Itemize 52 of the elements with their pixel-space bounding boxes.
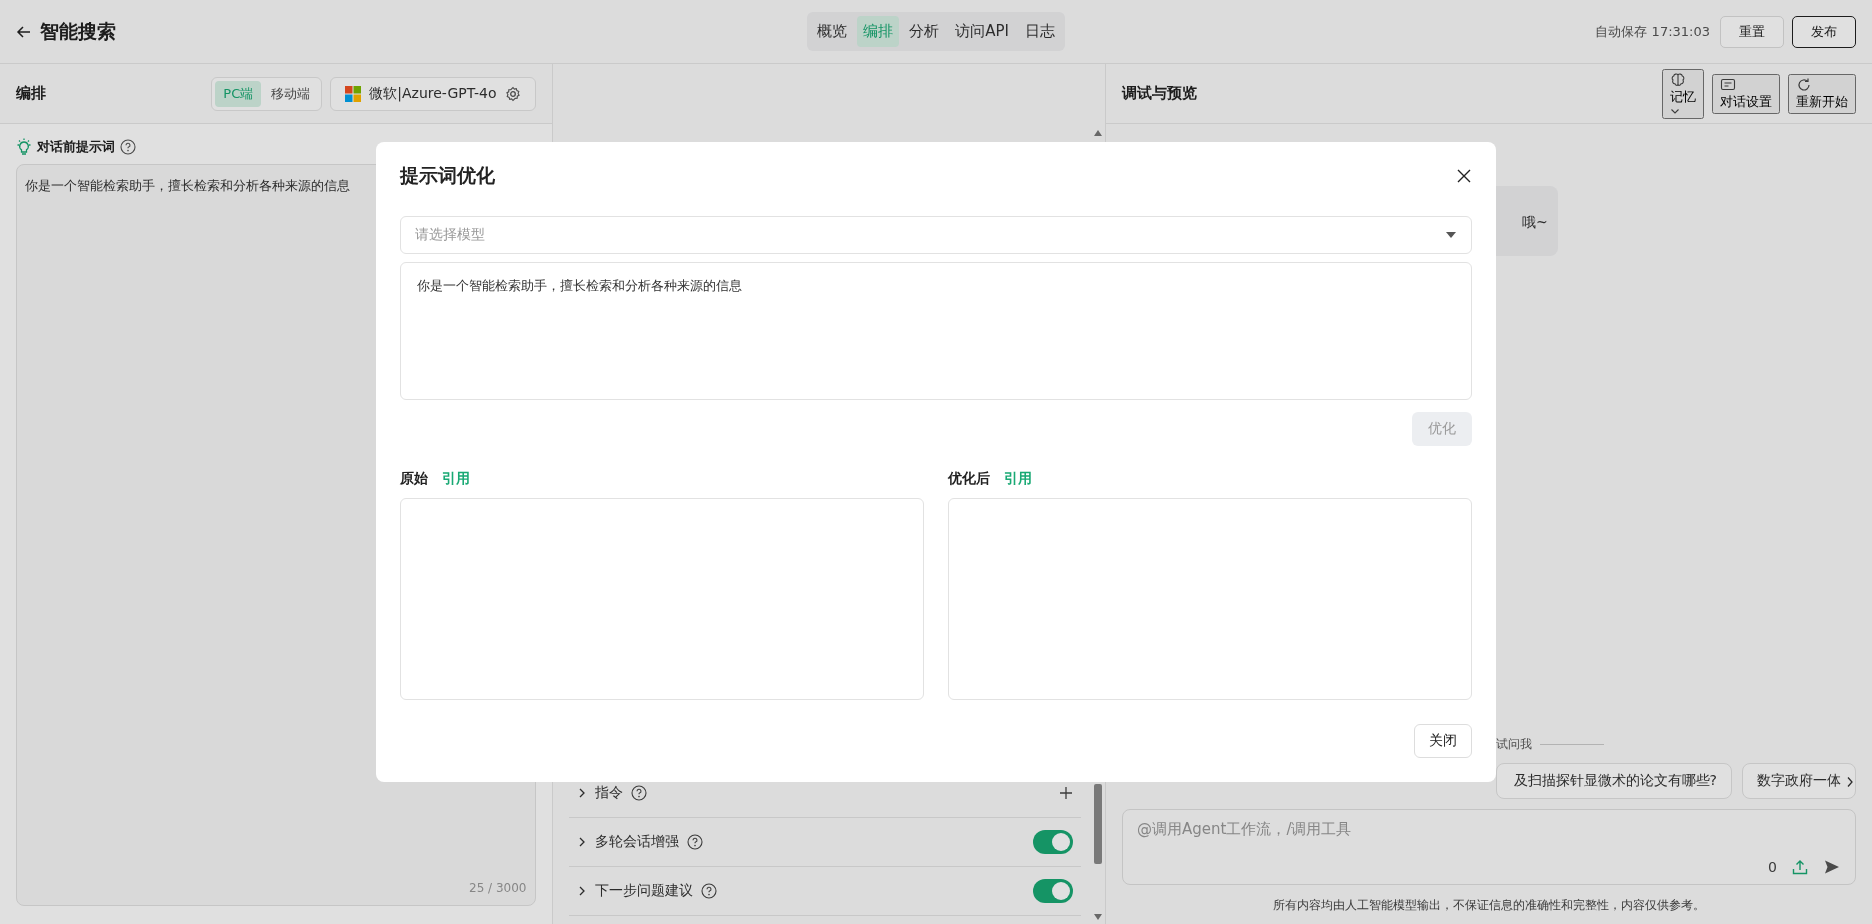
prompt-text: 你是一个智能检索助手，擅长检索和分析各种来源的信息 xyxy=(25,177,350,195)
lightbulb-icon xyxy=(16,138,32,156)
column-label: 原始 xyxy=(400,470,428,488)
brain-icon xyxy=(1670,71,1686,88)
autosave-status: 自动保存 17:31:03 xyxy=(1595,22,1710,41)
prompt-textarea[interactable]: 你是一个智能检索助手，擅长检索和分析各种来源的信息 xyxy=(400,261,1472,400)
panel-title: 编排 xyxy=(16,84,46,103)
suggestion-chip[interactable]: 数字政府一体 xyxy=(1742,763,1856,799)
character-counter: 25 / 3000 xyxy=(469,881,527,895)
reset-button[interactable]: 重置 xyxy=(1720,15,1784,48)
chevron-right-icon[interactable] xyxy=(1846,776,1854,788)
toggle-switch[interactable] xyxy=(1033,830,1073,854)
close-button[interactable]: 关闭 xyxy=(1414,724,1472,758)
app-title: 智能搜索 xyxy=(40,18,116,44)
model-button[interactable]: 微软|Azure-GPT-4o xyxy=(330,76,536,111)
send-icon[interactable] xyxy=(1823,858,1841,876)
dialog-icon xyxy=(1720,76,1736,93)
suggestion-chip[interactable]: 及扫描探针显微术的论文有哪些? xyxy=(1496,763,1732,799)
input-placeholder: @调用Agent工作流，/调用工具 xyxy=(1137,820,1353,839)
platform-option[interactable]: 移动端 xyxy=(263,80,319,107)
dialog-title: 提示词优化 xyxy=(400,163,495,188)
settings-icon xyxy=(504,85,521,102)
setting-label: 多轮会话增强 xyxy=(594,833,679,851)
nav-tab[interactable]: 分析 xyxy=(903,16,946,47)
memory-dropdown[interactable]: 记忆 xyxy=(1662,68,1704,119)
four-squares-icon xyxy=(345,85,362,102)
toggle-switch[interactable] xyxy=(1033,879,1073,903)
close-icon[interactable] xyxy=(1456,168,1472,184)
panel-title: 调试与预览 xyxy=(1122,84,1197,103)
help-icon[interactable] xyxy=(700,883,717,899)
nav-tab[interactable]: 访问API xyxy=(949,16,1015,47)
character-count: 0 xyxy=(1768,859,1777,875)
refresh-icon xyxy=(1796,76,1812,93)
caret-down-icon xyxy=(1445,230,1457,239)
help-icon[interactable] xyxy=(120,139,136,155)
section-title: 对话前提示词 xyxy=(37,138,115,156)
column-label: 优化后 xyxy=(948,470,990,488)
back-arrow-icon[interactable] xyxy=(16,23,32,40)
suggestions-label: 试问我 xyxy=(1496,736,1532,753)
setting-label: 下一步问题建议 xyxy=(594,882,693,900)
upload-icon[interactable] xyxy=(1791,858,1809,876)
help-icon[interactable] xyxy=(630,785,647,801)
restart-button[interactable]: 重新开始 xyxy=(1788,73,1856,114)
chat-settings-button[interactable]: 对话设置 xyxy=(1712,73,1780,114)
help-icon[interactable] xyxy=(686,834,703,850)
publish-button[interactable]: 发布 xyxy=(1792,15,1856,48)
nav-tab[interactable]: 日志 xyxy=(1018,16,1061,47)
nav-tab[interactable]: 概览 xyxy=(811,16,854,47)
chat-input[interactable]: @调用Agent工作流，/调用工具 0 xyxy=(1122,809,1856,885)
plus-icon[interactable] xyxy=(1059,786,1073,800)
setting-label: 指令 xyxy=(594,784,623,802)
disclaimer-text: 所有内容均由人工智能模型输出，不保证信息的准确性和完整性，内容仅供参考。 xyxy=(1273,897,1705,914)
